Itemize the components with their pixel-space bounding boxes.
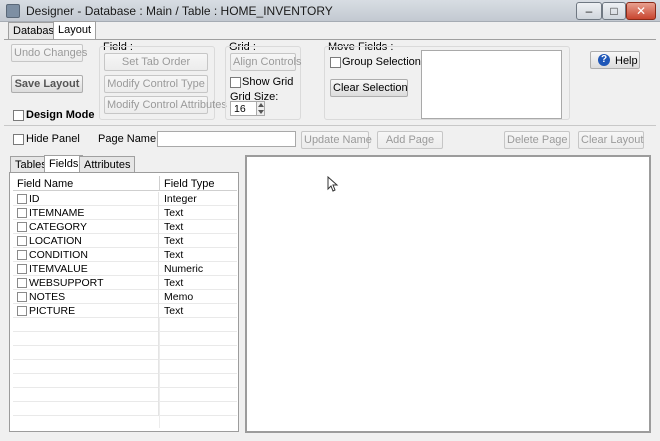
field-checkbox[interactable] [17, 222, 27, 232]
empty-row [13, 318, 237, 332]
field-checkbox[interactable] [17, 306, 27, 316]
help-label: Help [615, 55, 638, 67]
field-row[interactable]: WEBSUPPORT Text [13, 276, 237, 290]
field-row[interactable]: ITEMNAME Text [13, 206, 237, 220]
empty-column-divider [159, 318, 160, 428]
fields-panel: Field Name Field Type ID Integer ITEMNAME T… [9, 172, 239, 432]
group-selection-list[interactable] [421, 50, 562, 119]
design-mode-label: Design Mode [26, 109, 95, 121]
help-icon: ? [598, 54, 610, 66]
delete-page-button[interactable]: Delete Page [504, 131, 570, 149]
field-row[interactable]: PICTURE Text [13, 304, 237, 318]
field-checkbox[interactable] [17, 278, 27, 288]
field-name-header[interactable]: Field Name [17, 177, 73, 191]
field-name: LOCATION [29, 235, 82, 247]
header-divider [159, 176, 160, 191]
fields-table-header: Field Name Field Type [13, 176, 237, 191]
empty-cell [13, 346, 159, 360]
fields-table-body: ID Integer ITEMNAME Text CATEGORY Text LOCATIO… [13, 192, 237, 428]
page-name-input[interactable] [157, 131, 296, 147]
field-name: PICTURE [29, 305, 76, 317]
field-type: Numeric [164, 263, 204, 275]
field-row[interactable]: LOCATION Text [13, 234, 237, 248]
undo-changes-button[interactable]: Undo Changes [11, 44, 87, 62]
page-name-label: Page Name: [98, 133, 160, 145]
empty-cell [13, 388, 159, 402]
spinner-up-icon[interactable] [258, 103, 264, 107]
clear-layout-button[interactable]: Clear Layout [578, 131, 644, 149]
field-checkbox[interactable] [17, 264, 27, 274]
empty-row [13, 346, 237, 360]
field-row[interactable]: CATEGORY Text [13, 220, 237, 234]
field-type: Integer [164, 193, 197, 205]
group-selection-checkbox[interactable] [330, 57, 341, 68]
spinner-down-icon[interactable] [258, 110, 264, 114]
align-controls-button[interactable]: Align Controls [230, 53, 301, 71]
field-row[interactable]: NOTES Memo [13, 290, 237, 304]
field-checkbox[interactable] [17, 250, 27, 260]
clear-selection-button[interactable]: Clear Selection [330, 79, 408, 97]
add-page-button[interactable]: Add Page [377, 131, 443, 149]
field-name: ITEMNAME [29, 207, 85, 219]
empty-row [13, 360, 237, 374]
hide-panel-checkbox[interactable] [13, 134, 24, 145]
field-type: Text [164, 277, 184, 289]
field-checkbox[interactable] [17, 292, 27, 302]
tab-strip-line [4, 39, 656, 40]
design-mode-checkbox[interactable] [13, 110, 24, 121]
field-type: Text [164, 235, 184, 247]
tab-layout[interactable]: Layout [53, 21, 97, 40]
window-titlebar: Designer - Database : Main / Table : HOM… [0, 0, 660, 22]
window-title: Designer - Database : Main / Table : HOM… [26, 4, 333, 18]
maximize-button[interactable]: □ [602, 2, 626, 20]
modify-control-attributes-button[interactable]: Modify Control Attributes [104, 96, 227, 114]
minimize-button[interactable]: – [576, 2, 602, 20]
field-name: CONDITION [29, 249, 88, 261]
empty-row [13, 332, 237, 346]
group-selection-label: Group Selection [342, 56, 421, 68]
grid-size-value: 16 [234, 103, 246, 115]
empty-row [13, 402, 237, 416]
grid-size-spinner[interactable] [256, 101, 265, 116]
field-row[interactable]: ID Integer [13, 192, 237, 206]
empty-cell [13, 318, 159, 332]
field-checkbox[interactable] [17, 194, 27, 204]
tab-attributes[interactable]: Attributes [79, 156, 136, 173]
mouse-cursor-icon [327, 176, 339, 192]
modify-control-type-button[interactable]: Modify Control Type [104, 75, 208, 93]
field-name: CATEGORY [29, 221, 87, 233]
empty-cell [13, 360, 159, 374]
design-canvas[interactable] [245, 155, 651, 433]
update-name-button[interactable]: Update Name [301, 131, 372, 149]
save-layout-button[interactable]: Save Layout [11, 75, 83, 93]
field-type: Text [164, 249, 184, 261]
toolbar-separator [4, 125, 656, 126]
empty-row [13, 374, 237, 388]
empty-row [13, 388, 237, 402]
field-name: WEBSUPPORT [29, 277, 104, 289]
close-button[interactable]: ✕ [626, 2, 656, 20]
grid-size-input[interactable]: 16 [230, 101, 258, 116]
field-checkbox[interactable] [17, 208, 27, 218]
field-type: Text [164, 221, 184, 233]
empty-cell [13, 374, 159, 388]
hide-panel-label: Hide Panel [26, 133, 80, 145]
empty-cell [13, 332, 159, 346]
app-icon [6, 4, 20, 18]
show-grid-checkbox[interactable] [230, 77, 241, 88]
field-type-header[interactable]: Field Type [164, 177, 215, 191]
field-row[interactable]: CONDITION Text [13, 248, 237, 262]
empty-cell [13, 402, 159, 416]
field-type: Memo [164, 291, 194, 303]
field-name: ID [29, 193, 40, 205]
field-type: Text [164, 305, 184, 317]
field-name: ITEMVALUE [29, 263, 88, 275]
show-grid-label: Show Grid [242, 76, 294, 88]
field-row[interactable]: ITEMVALUE Numeric [13, 262, 237, 276]
field-name: NOTES [29, 291, 66, 303]
field-type: Text [164, 207, 184, 219]
field-checkbox[interactable] [17, 236, 27, 246]
set-tab-order-button[interactable]: Set Tab Order [104, 53, 208, 71]
help-button[interactable]: ? Help [590, 51, 640, 69]
